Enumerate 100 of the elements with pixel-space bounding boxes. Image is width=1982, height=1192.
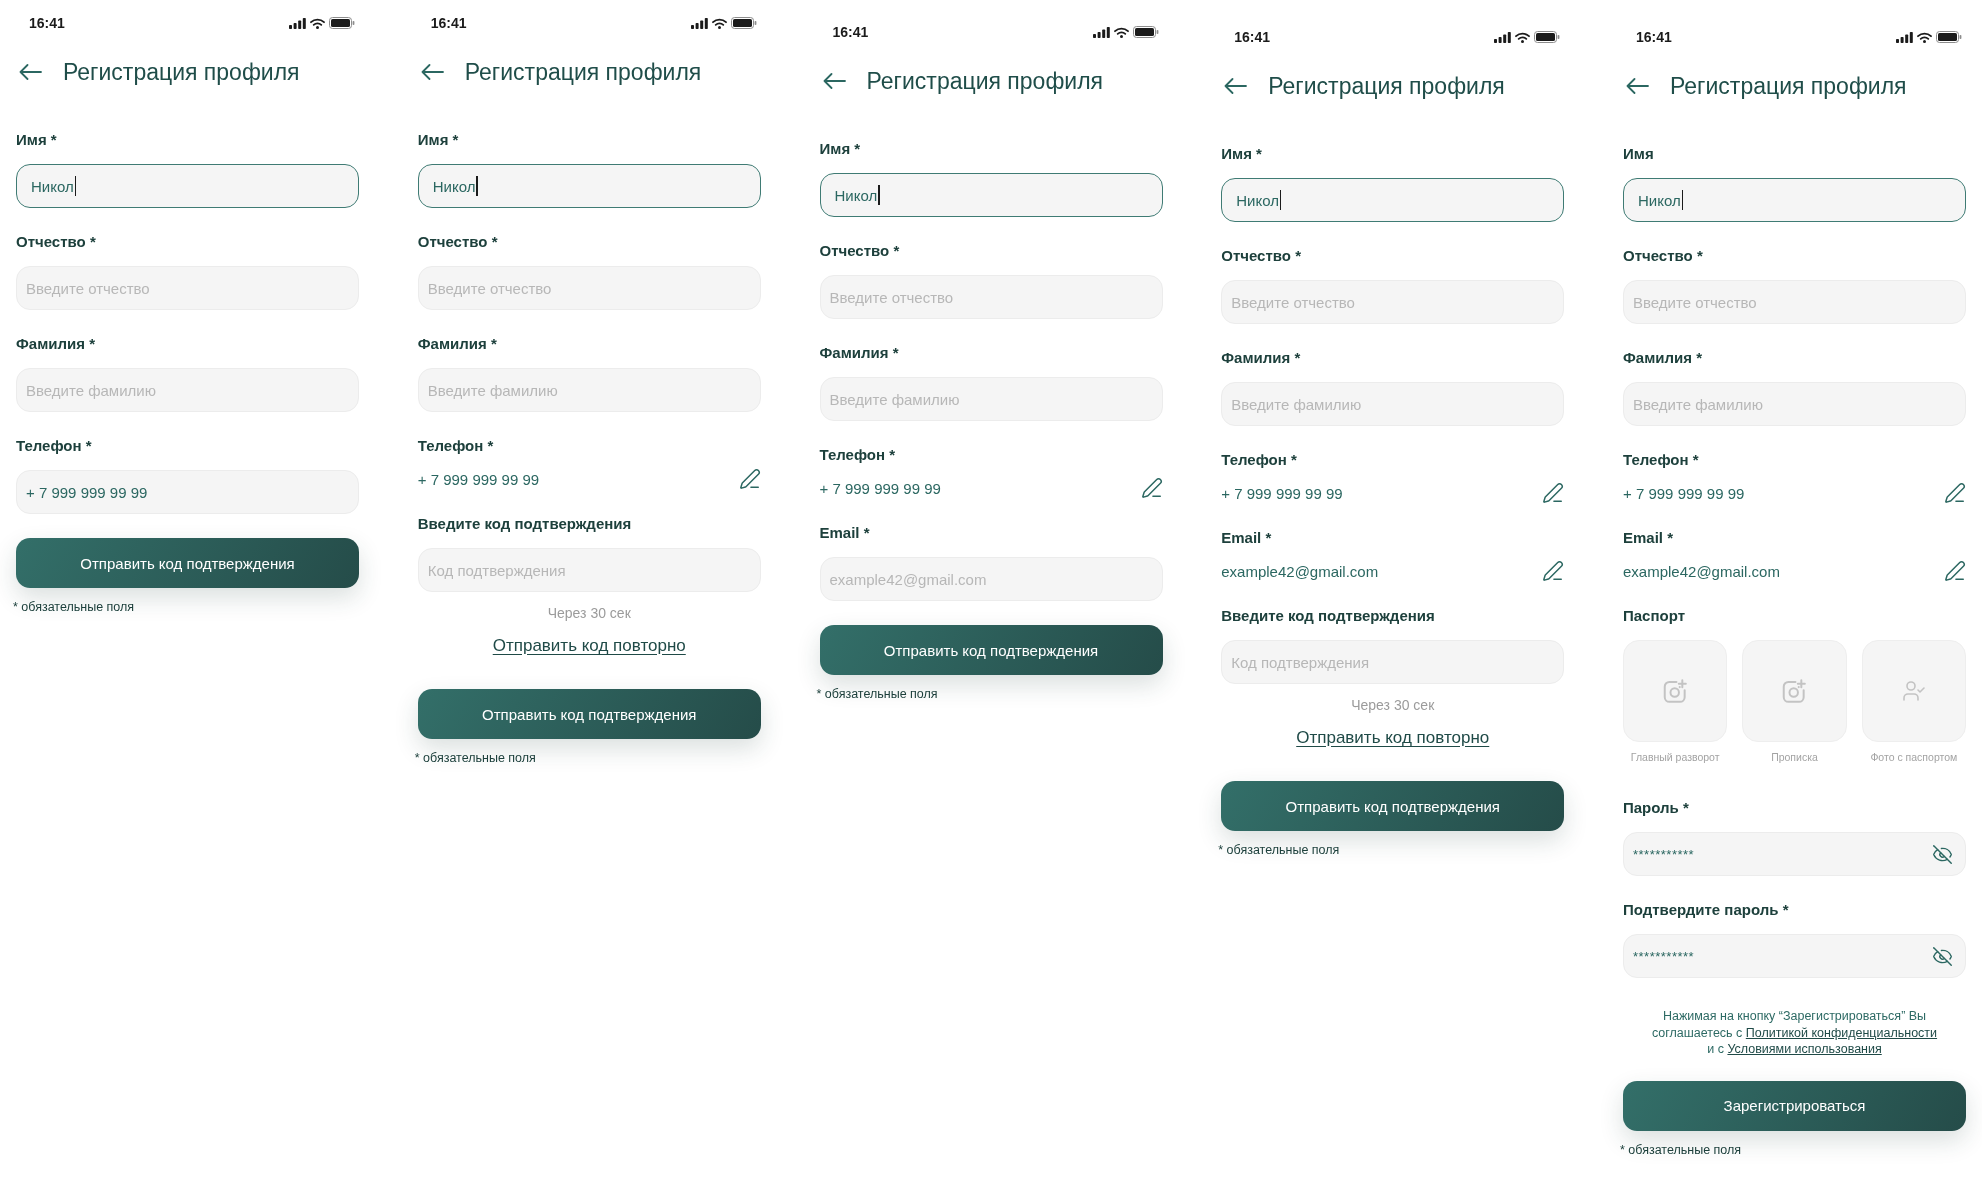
wifi-icon: [1113, 26, 1129, 38]
page-title: Регистрация профиля: [464, 58, 702, 86]
page-title: Регистрация профиля: [1268, 72, 1505, 100]
field-label: Паспорт: [1623, 606, 1685, 626]
input-field[interactable]: Никол: [1623, 178, 1966, 222]
text-cursor-icon: [476, 176, 478, 196]
text-cursor-icon: [1279, 190, 1282, 210]
field-label: Фамилия *: [1221, 348, 1301, 368]
tile-caption: Главный разворот: [1630, 750, 1720, 764]
wifi-icon: [1917, 31, 1932, 43]
required-note: * обязательные поля: [1620, 1141, 1742, 1158]
wifi-icon: [1515, 31, 1531, 43]
field-label: Введите код подтверждения: [1221, 606, 1435, 626]
resend-link[interactable]: Отправить код повторно: [492, 634, 686, 658]
signal-icon: [289, 17, 306, 29]
terms-link[interactable]: Условиями использования: [1727, 1042, 1882, 1056]
field-label: Отчество *: [1623, 246, 1703, 266]
wifi-icon: [711, 17, 727, 29]
field-label: Телефон *: [16, 436, 92, 456]
signal-icon: [1896, 31, 1913, 43]
field-label: Фамилия *: [16, 334, 95, 354]
page-title: Регистрация профиля: [63, 58, 300, 86]
pencil-icon[interactable]: [738, 468, 761, 490]
tile-caption: Фото с паспортом: [1870, 750, 1958, 764]
field-value: + 7 999 999 99 99: [819, 479, 941, 497]
crossed-eye-icon[interactable]: [1932, 843, 1953, 865]
page-title: Регистрация профиля: [866, 67, 1104, 95]
status-time: 16:41: [1234, 29, 1271, 45]
camera-plus-icon: [1782, 679, 1807, 703]
left-arrow-icon[interactable]: [1626, 78, 1649, 94]
text-cursor-icon: [878, 185, 880, 205]
privacy-policy-link[interactable]: Политикой конфиденциальности: [1745, 1025, 1938, 1040]
pencil-icon[interactable]: [1542, 482, 1565, 504]
status-time: 16:41: [1636, 29, 1672, 45]
field-label: Отчество *: [819, 241, 900, 261]
required-note: * обязательные поля: [1218, 842, 1340, 858]
submit-button[interactable]: Отправить код подтверждения: [16, 538, 359, 588]
battery-icon: [730, 17, 757, 29]
resend-link[interactable]: Отправить код повторно: [1296, 726, 1490, 750]
resend-timer: Через 30 сек: [547, 604, 631, 622]
left-arrow-icon[interactable]: [19, 64, 42, 80]
password-field[interactable]: ***********: [1623, 832, 1966, 876]
field-label: Введите код подтверждения: [417, 514, 632, 534]
required-note: * обязательные поля: [414, 750, 536, 766]
submit-button[interactable]: Отправить код подтверждения: [1221, 781, 1565, 831]
field-label: Фамилия *: [417, 334, 497, 354]
field-label: Имя *: [16, 130, 57, 150]
pencil-icon[interactable]: [1944, 482, 1966, 504]
field-label: Имя *: [819, 139, 861, 159]
input-field[interactable]: + 7 999 999 99 99: [16, 470, 359, 514]
photo-upload-tile[interactable]: [1861, 640, 1966, 742]
field-label: Отчество *: [1221, 246, 1301, 266]
status-time: 16:41: [430, 15, 467, 31]
battery-icon: [329, 17, 355, 29]
field-label: Отчество *: [16, 232, 96, 252]
input-field[interactable]: Никол: [1221, 178, 1565, 222]
required-note: * обязательные поля: [816, 686, 938, 702]
field-label: Имя *: [417, 130, 459, 150]
text-cursor-icon: [74, 176, 77, 196]
field-label: Email *: [819, 523, 870, 543]
input-field[interactable]: Никол: [819, 173, 1163, 217]
submit-button[interactable]: Зарегистрироваться: [1623, 1080, 1966, 1131]
field-label: Телефон *: [1221, 450, 1297, 470]
pencil-icon[interactable]: [1140, 477, 1163, 499]
left-arrow-icon[interactable]: [822, 73, 846, 89]
input-field[interactable]: Никол: [16, 164, 359, 208]
wifi-icon: [310, 17, 325, 29]
pencil-icon[interactable]: [1944, 560, 1966, 582]
field-label: Фамилия *: [1623, 348, 1702, 368]
person-check-icon: [1901, 679, 1926, 703]
field-value: + 7 999 999 99 99: [1221, 484, 1343, 502]
page-title: Регистрация профиля: [1670, 72, 1907, 100]
submit-button[interactable]: Отправить код подтверждения: [819, 625, 1163, 675]
text-cursor-icon: [1681, 190, 1684, 210]
resend-timer: Через 30 сек: [1351, 696, 1435, 714]
crossed-eye-icon[interactable]: [1932, 945, 1953, 967]
field-label: Подтвердите пароль *: [1623, 900, 1789, 920]
tile-caption: Прописка: [1771, 750, 1818, 764]
field-value: example42@gmail.com: [1623, 562, 1780, 580]
battery-icon: [1132, 26, 1159, 38]
field-label: Email *: [1623, 528, 1674, 548]
field-label: Email *: [1221, 528, 1272, 548]
left-arrow-icon[interactable]: [1224, 78, 1248, 94]
consent-text: Нажимая на кнопку “Зарегистрироваться” Вы соглашаетесь с Политикой конфиденциальности и с Условиями использования: [1650, 1008, 1939, 1058]
field-value: example42@gmail.com: [1221, 562, 1379, 580]
field-value: + 7 999 999 99 99: [417, 470, 540, 488]
camera-plus-icon: [1663, 679, 1688, 703]
pencil-icon[interactable]: [1542, 560, 1565, 582]
battery-icon: [1534, 31, 1561, 43]
battery-icon: [1936, 31, 1962, 43]
signal-icon: [1092, 26, 1110, 38]
field-label: Отчество *: [417, 232, 498, 252]
field-label: Телефон *: [819, 445, 896, 465]
password-field[interactable]: ***********: [1623, 934, 1966, 978]
photo-upload-tile[interactable]: [1742, 640, 1847, 742]
left-arrow-icon[interactable]: [420, 64, 444, 80]
signal-icon: [690, 17, 708, 29]
submit-button[interactable]: Отправить код подтверждения: [417, 689, 761, 739]
input-field[interactable]: Никол: [417, 164, 761, 208]
photo-upload-tile[interactable]: [1623, 640, 1728, 742]
